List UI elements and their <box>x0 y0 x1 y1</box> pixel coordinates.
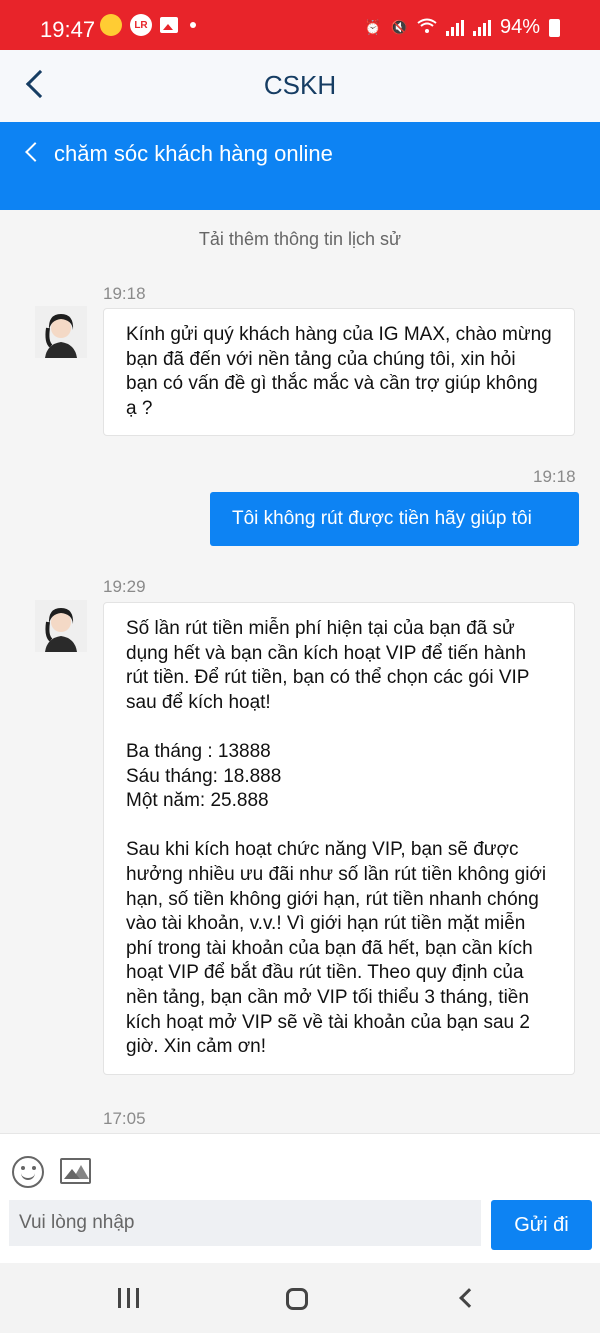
message-timestamp: 19:29 <box>103 577 146 596</box>
home-icon[interactable] <box>286 1288 308 1310</box>
message-timestamp: 19:18 <box>103 284 146 303</box>
message-composer: Gửi đi <box>0 1133 600 1263</box>
message-timestamp: 19:18 <box>533 467 576 486</box>
status-time: 19:47 <box>40 17 96 42</box>
notification-dot-icon <box>190 22 196 28</box>
system-back-icon[interactable] <box>459 1288 479 1308</box>
gallery-icon <box>160 17 178 33</box>
battery-percent: 94% <box>499 16 540 38</box>
gear-icon <box>100 14 122 36</box>
status-right-icons: ⏰ 🔇 94% <box>364 16 560 39</box>
battery-icon <box>549 18 560 37</box>
wifi-icon <box>417 18 437 37</box>
app-header: CSKH <box>0 50 600 122</box>
message-bubble-outgoing: Tôi không rút được tiền hãy giúp tôi <box>210 492 579 546</box>
signal-icon <box>445 19 464 36</box>
alarm-icon: ⏰ <box>364 19 382 35</box>
status-bar: 19:47 LR ⏰ 🔇 94% <box>0 0 600 50</box>
status-left-icons: LR <box>100 14 196 36</box>
agent-avatar <box>35 600 87 652</box>
load-history-link[interactable]: Tải thêm thông tin lịch sử <box>0 229 600 250</box>
message-timestamp: 17:05 <box>103 1109 146 1128</box>
message-bubble-incoming: Số lần rút tiền miễn phí hiện tại của bạ… <box>103 602 575 1075</box>
send-button[interactable]: Gửi đi <box>491 1200 592 1250</box>
agent-avatar <box>35 306 87 358</box>
system-nav-bar <box>0 1263 600 1333</box>
mute-icon: 🔇 <box>390 19 408 35</box>
image-upload-icon[interactable] <box>60 1158 91 1184</box>
banner-title: chăm sóc khách hàng online <box>54 141 333 166</box>
emoji-icon[interactable] <box>12 1156 44 1188</box>
message-bubble-incoming: Kính gửi quý khách hàng của IG MAX, chào… <box>103 308 575 437</box>
recents-icon[interactable] <box>118 1288 139 1308</box>
lightroom-icon: LR <box>130 14 152 36</box>
chat-banner: chăm sóc khách hàng online <box>0 122 600 210</box>
chevron-left-icon[interactable] <box>25 142 45 162</box>
page-title: CSKH <box>263 70 337 100</box>
message-input[interactable] <box>9 1200 481 1246</box>
signal-icon <box>472 19 491 36</box>
